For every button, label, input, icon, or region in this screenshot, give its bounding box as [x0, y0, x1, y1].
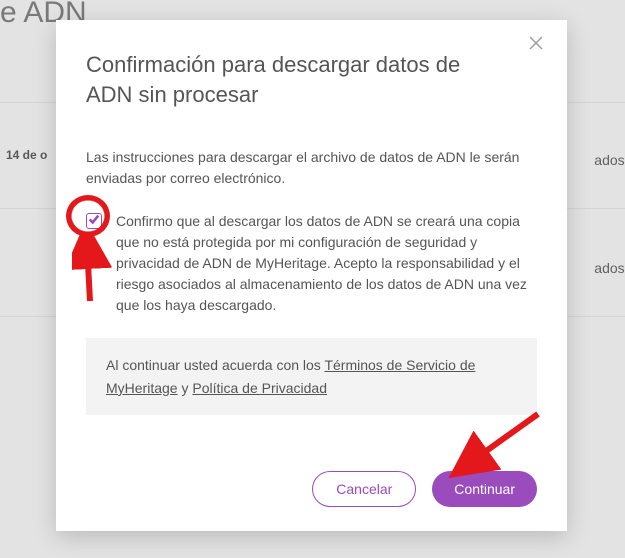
cancel-button[interactable]: Cancelar — [312, 471, 416, 507]
close-icon — [529, 37, 543, 54]
consent-checkbox[interactable] — [86, 213, 102, 229]
consent-text: Confirmo que al descargar los datos de A… — [116, 211, 537, 316]
continue-button[interactable]: Continuar — [432, 471, 537, 507]
close-button[interactable] — [529, 36, 549, 56]
download-dna-modal: Confirmación para descargar datos de ADN… — [56, 20, 567, 531]
modal-intro-text: Las instrucciones para descargar el arch… — [86, 147, 537, 189]
consent-row: Confirmo que al descargar los datos de A… — [86, 211, 537, 316]
privacy-link[interactable]: Política de Privacidad — [192, 380, 327, 396]
modal-button-row: Cancelar Continuar — [86, 445, 537, 507]
legal-agreement-box: Al continuar usted acuerda con los Térmi… — [86, 338, 537, 415]
legal-joiner: y — [178, 380, 193, 396]
legal-prefix: Al continuar usted acuerda con los — [106, 357, 324, 373]
modal-title: Confirmación para descargar datos de ADN… — [86, 50, 537, 109]
check-icon — [88, 212, 100, 230]
